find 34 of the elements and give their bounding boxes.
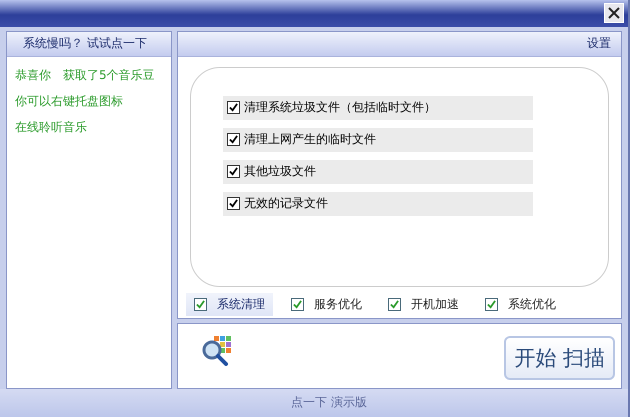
option-row[interactable]: 其他垃圾文件 <box>223 160 533 184</box>
checkbox[interactable] <box>291 298 304 311</box>
option-label: 清理上网产生的临时文件 <box>244 131 376 148</box>
checkbox[interactable] <box>194 298 207 311</box>
option-label: 其他垃圾文件 <box>244 163 316 180</box>
option-label: 清理系统垃圾文件（包括临时文件） <box>244 99 436 116</box>
checkbox[interactable] <box>227 197 240 210</box>
tab-label: 系统清理 <box>217 296 265 313</box>
tab-label: 开机加速 <box>411 296 459 313</box>
checkbox[interactable] <box>227 101 240 114</box>
checkbox[interactable] <box>485 298 498 311</box>
tab[interactable]: 开机加速 <box>380 292 467 316</box>
message-text: 在线聆听音乐 <box>15 118 88 136</box>
tab-label: 系统优化 <box>508 296 556 313</box>
option-row[interactable]: 无效的记录文件 <box>223 192 533 216</box>
tab[interactable]: 系统清理 <box>186 292 273 316</box>
tab[interactable]: 服务优化 <box>283 292 370 316</box>
start-scan-button[interactable]: 开始 扫描 <box>504 336 615 380</box>
checkbox[interactable] <box>388 298 401 311</box>
close-button[interactable] <box>604 3 624 24</box>
option-row[interactable]: 清理上网产生的临时文件 <box>223 128 533 152</box>
close-icon <box>608 7 620 20</box>
option-label: 无效的记录文件 <box>244 195 328 212</box>
scan-icon <box>200 334 234 368</box>
panel-title: 系统慢吗？ 试试点一下 <box>22 35 147 52</box>
message-text: 你可以右键托盘图标 <box>15 92 124 110</box>
message-text: 恭喜你 获取了5个音乐豆 <box>15 66 156 84</box>
option-row[interactable]: 清理系统垃圾文件（包括临时文件） <box>223 96 533 120</box>
tab-label: 服务优化 <box>314 296 362 313</box>
checkbox[interactable] <box>227 165 240 178</box>
tab[interactable]: 系统优化 <box>477 292 564 316</box>
footer-link[interactable]: 点一下 演示版 <box>291 394 367 412</box>
checkbox[interactable] <box>227 133 240 146</box>
settings-title: 设置 <box>587 35 611 52</box>
